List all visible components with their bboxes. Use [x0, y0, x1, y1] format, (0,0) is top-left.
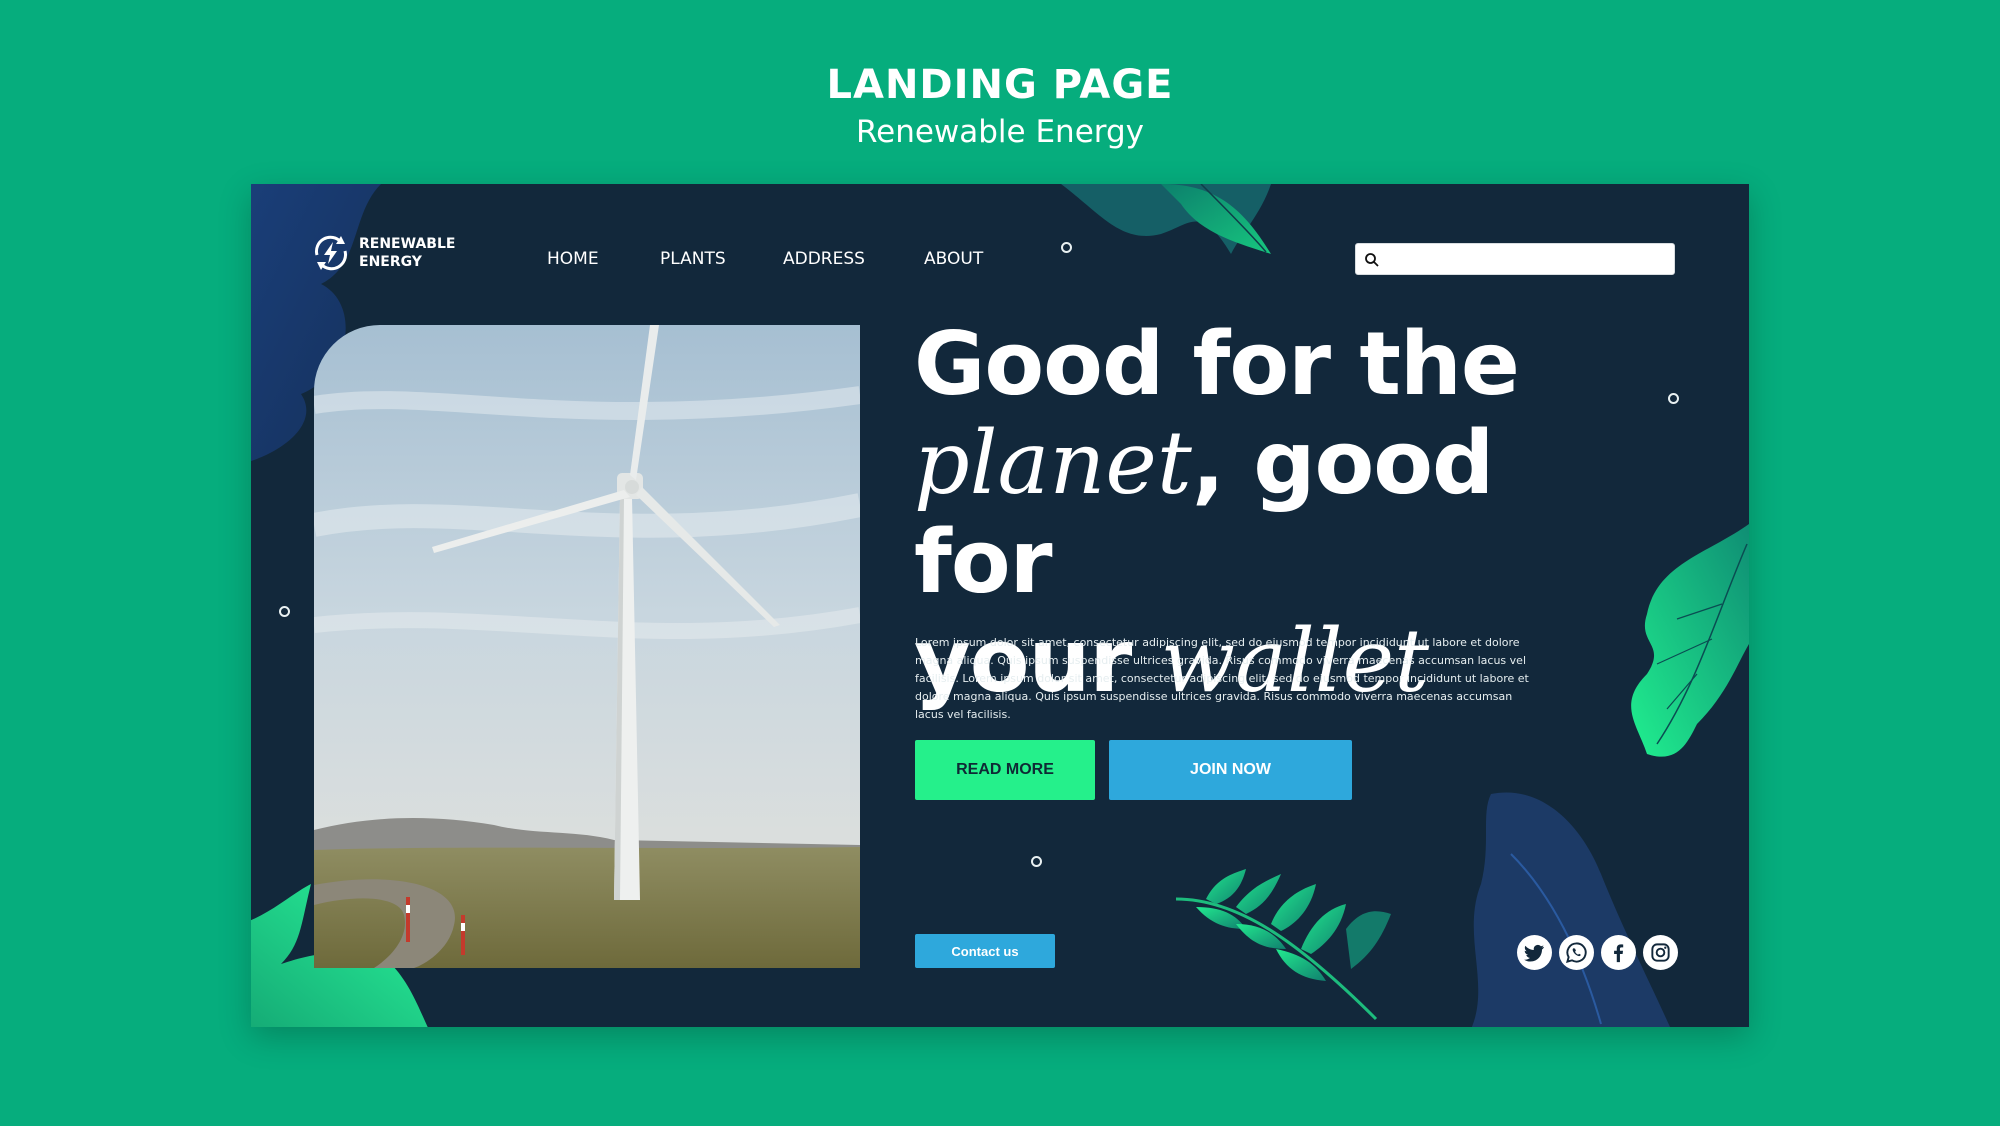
read-more-button[interactable]: READ MORE — [915, 740, 1095, 800]
leaf-top-center-decoration — [1061, 184, 1271, 254]
search-bar[interactable] — [1355, 243, 1675, 275]
logo-text-line2: ENERGY — [359, 254, 422, 270]
twitter-icon — [1524, 944, 1545, 962]
renewable-energy-icon — [315, 235, 347, 271]
leaf-right-decoration — [1631, 524, 1749, 757]
headline-line1: Good for the — [914, 313, 1520, 415]
wind-turbine-photo — [314, 325, 860, 968]
contact-us-button[interactable]: Contact us — [915, 934, 1055, 968]
whatsapp-link[interactable] — [1559, 935, 1594, 970]
nav-item-home[interactable]: HOME — [547, 249, 599, 269]
fern-decoration — [1176, 869, 1391, 1021]
facebook-link[interactable] — [1601, 935, 1636, 970]
instagram-icon — [1651, 943, 1670, 962]
leaf-bottom-right-decoration — [1471, 792, 1671, 1027]
instagram-link[interactable] — [1643, 935, 1678, 970]
twitter-link[interactable] — [1517, 935, 1552, 970]
page-title: LANDING PAGE — [826, 62, 1174, 108]
page-subtitle: Renewable Energy — [855, 114, 1145, 150]
landing-card: RENEWABLE ENERGY HOME PLANTS ADDRESS ABO… — [251, 184, 1749, 1027]
decor-circle — [1061, 242, 1072, 253]
nav-item-plants[interactable]: PLANTS — [660, 249, 726, 269]
decor-circle — [1668, 393, 1679, 404]
join-now-button[interactable]: JOIN NOW — [1109, 740, 1352, 800]
facebook-icon — [1614, 944, 1624, 963]
search-icon — [1365, 253, 1379, 267]
headline-italic-planet: planet — [914, 412, 1192, 514]
brand-logo[interactable]: RENEWABLE ENERGY — [309, 231, 455, 275]
decor-circle — [1031, 856, 1042, 867]
search-input[interactable] — [1386, 244, 1666, 274]
nav-item-about[interactable]: ABOUT — [924, 249, 983, 269]
whatsapp-icon — [1566, 942, 1587, 963]
hero-body-text: Lorem ipsum dolor sit amet, consectetur … — [915, 636, 1529, 721]
decor-circle — [279, 606, 290, 617]
social-links — [1517, 935, 1678, 970]
nav-item-address[interactable]: ADDRESS — [783, 249, 865, 269]
logo-text-line1: RENEWABLE — [359, 236, 456, 252]
